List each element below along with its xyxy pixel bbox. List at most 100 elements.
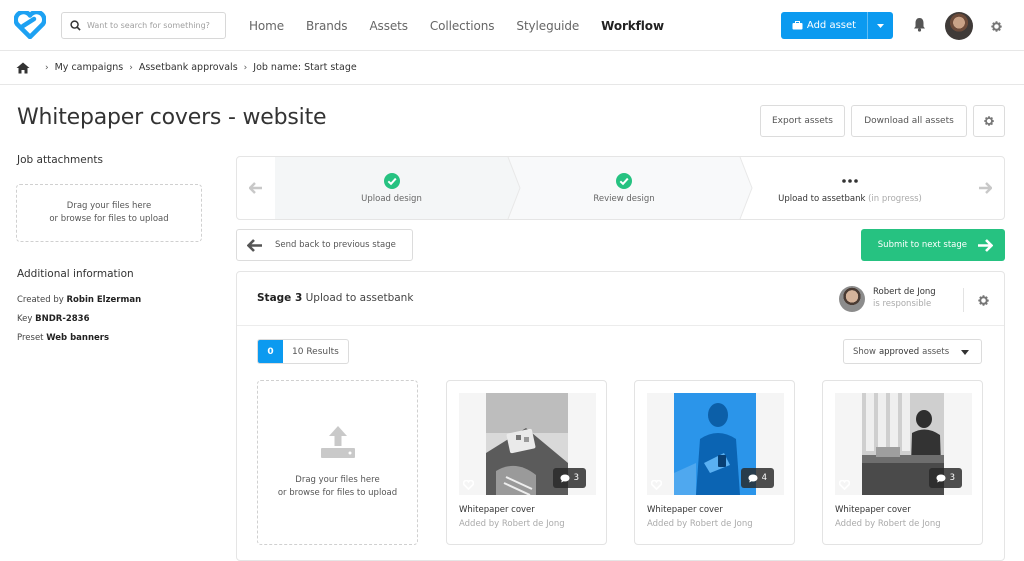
send-back-button[interactable]: Send back to previous stage bbox=[236, 229, 413, 261]
comment-icon bbox=[936, 474, 946, 482]
search-input[interactable] bbox=[87, 21, 217, 30]
comment-count-badge[interactable]: 3 bbox=[552, 468, 586, 488]
dropzone-line-2: or browse for files to upload bbox=[49, 214, 169, 224]
asset-title: Whitepaper cover bbox=[835, 505, 911, 515]
stage-status: (in progress) bbox=[868, 193, 922, 204]
more-dots-icon bbox=[842, 178, 858, 183]
top-navbar: Home Brands Assets Collections Styleguid… bbox=[0, 0, 1024, 51]
check-circle-icon bbox=[383, 172, 400, 189]
asset-added-by: Added by Robert de Jong bbox=[459, 519, 565, 529]
asset-title: Whitepaper cover bbox=[459, 505, 535, 515]
created-by-label: Created by bbox=[17, 295, 64, 305]
asset-thumbnail-wrap[interactable]: 4 bbox=[647, 393, 784, 495]
page-title: Whitepaper covers - website bbox=[17, 105, 327, 130]
selection-results-toggle[interactable]: 0 10 Results bbox=[257, 339, 349, 364]
caret-down-icon bbox=[877, 23, 884, 28]
stage-label-row: Upload to assetbank (in progress) bbox=[778, 194, 922, 204]
asset-title: Whitepaper cover bbox=[647, 505, 723, 515]
stepper-prev-arrow-icon[interactable] bbox=[237, 157, 275, 219]
search-box[interactable] bbox=[61, 12, 226, 39]
results-count[interactable]: 10 Results bbox=[283, 340, 348, 363]
asset-card[interactable]: 4 Whitepaper cover Added by Robert de Jo… bbox=[634, 380, 795, 545]
breadcrumb-item-approvals[interactable]: Assetbank approvals bbox=[139, 62, 238, 73]
stage-panel: Stage 3 Upload to assetbank Robert de Jo… bbox=[236, 271, 1005, 561]
responsible-subtitle: is responsible bbox=[873, 299, 932, 309]
nav-brands[interactable]: Brands bbox=[306, 19, 348, 33]
stage-step-review-design[interactable]: Review design bbox=[508, 157, 740, 219]
asset-added-by: Added by Robert de Jong bbox=[647, 519, 753, 529]
submit-next-label: Submit to next stage bbox=[877, 240, 967, 250]
user-avatar[interactable] bbox=[945, 12, 973, 40]
check-circle-icon bbox=[616, 172, 632, 189]
preset-line: Preset Web banners bbox=[17, 333, 109, 343]
key-label: Key bbox=[17, 314, 33, 324]
asset-added-by: Added by Robert de Jong bbox=[835, 519, 941, 529]
filter-prefix: Show bbox=[853, 346, 876, 357]
responsible-avatar[interactable] bbox=[839, 286, 865, 312]
preset-label: Preset bbox=[17, 333, 44, 343]
comment-count-badge[interactable]: 3 bbox=[928, 468, 962, 488]
breadcrumb-item-campaigns[interactable]: My campaigns bbox=[55, 62, 124, 73]
stage-step-upload-design[interactable]: Upload design bbox=[275, 157, 508, 219]
stage-number: Stage 3 bbox=[257, 292, 303, 304]
comment-count-badge[interactable]: 4 bbox=[740, 468, 774, 488]
nav-collections[interactable]: Collections bbox=[430, 19, 495, 33]
briefcase-icon bbox=[792, 21, 803, 30]
settings-gear-icon[interactable] bbox=[990, 18, 1003, 37]
nav-workflow[interactable]: Workflow bbox=[601, 19, 664, 33]
arrow-left-icon bbox=[247, 238, 262, 252]
page-settings-button[interactable] bbox=[973, 105, 1005, 137]
dropzone-line-1: Drag your files here bbox=[66, 201, 152, 211]
add-asset-main[interactable]: Add asset bbox=[781, 12, 867, 39]
comment-icon bbox=[748, 474, 758, 482]
add-asset-label: Add asset bbox=[806, 20, 857, 31]
notifications-bell-icon[interactable] bbox=[913, 17, 926, 36]
arrow-right-icon bbox=[978, 238, 993, 252]
search-icon bbox=[70, 20, 81, 31]
job-attachments-title: Job attachments bbox=[17, 154, 103, 166]
main-nav: Home Brands Assets Collections Styleguid… bbox=[238, 0, 675, 51]
approval-filter-select[interactable]: Show approved assets bbox=[843, 339, 982, 364]
breadcrumb-separator-icon: › bbox=[243, 62, 248, 73]
comment-count: 4 bbox=[761, 473, 767, 483]
brand-logo-icon[interactable] bbox=[13, 9, 47, 40]
asset-thumbnail-wrap[interactable]: 3 bbox=[835, 393, 972, 495]
add-asset-dropdown[interactable] bbox=[867, 12, 893, 39]
submit-next-stage-button[interactable]: Submit to next stage bbox=[861, 229, 1005, 261]
stage-settings-gear-icon[interactable] bbox=[977, 292, 990, 311]
breadcrumb: › My campaigns › Assetbank approvals › J… bbox=[0, 51, 1024, 85]
additional-info-title: Additional information bbox=[17, 268, 134, 280]
preset-value: Web banners bbox=[46, 333, 110, 343]
selected-count-badge[interactable]: 0 bbox=[258, 340, 283, 363]
created-by-line: Created by Robin Elzerman bbox=[17, 295, 141, 305]
filter-suffix: assets bbox=[922, 346, 950, 357]
stage-title: Stage 3 Upload to assetbank bbox=[257, 292, 413, 304]
gear-icon bbox=[984, 116, 994, 126]
comment-icon bbox=[560, 474, 570, 482]
stage-label: Upload to assetbank bbox=[778, 193, 866, 204]
attachments-dropzone[interactable]: Drag your files here or browse for files… bbox=[16, 184, 202, 242]
breadcrumb-separator-icon: › bbox=[45, 62, 49, 73]
nav-assets[interactable]: Assets bbox=[369, 19, 408, 33]
asset-upload-dropzone[interactable]: Drag your files here or browse for files… bbox=[257, 380, 418, 545]
breadcrumb-separator-icon: › bbox=[129, 62, 133, 73]
add-asset-button[interactable]: Add asset bbox=[781, 12, 893, 39]
nav-styleguide[interactable]: Styleguide bbox=[516, 19, 579, 33]
responsible-name: Robert de Jong bbox=[873, 287, 936, 297]
stage-label: Review design bbox=[593, 193, 655, 204]
nav-home[interactable]: Home bbox=[249, 19, 284, 33]
home-icon[interactable] bbox=[16, 62, 30, 74]
dropzone-line-2: or browse for files to upload bbox=[277, 487, 398, 498]
brand-heart-icon bbox=[839, 480, 850, 490]
download-all-assets-button[interactable]: Download all assets bbox=[851, 105, 967, 137]
asset-thumbnail-wrap[interactable]: 3 bbox=[459, 393, 596, 495]
export-assets-button[interactable]: Export assets bbox=[760, 105, 845, 137]
created-by-value: Robin Elzerman bbox=[66, 295, 142, 305]
asset-card[interactable]: 3 Whitepaper cover Added by Robert de Jo… bbox=[822, 380, 983, 545]
key-line: Key BNDR-2836 bbox=[17, 314, 90, 324]
asset-card[interactable]: 3 Whitepaper cover Added by Robert de Jo… bbox=[446, 380, 607, 545]
brand-heart-icon bbox=[463, 480, 474, 490]
stepper-next-arrow-icon[interactable] bbox=[966, 157, 1004, 219]
stage-step-upload-assetbank[interactable]: Upload to assetbank (in progress) bbox=[740, 157, 960, 219]
stage-panel-header: Stage 3 Upload to assetbank Robert de Jo… bbox=[237, 272, 1004, 326]
